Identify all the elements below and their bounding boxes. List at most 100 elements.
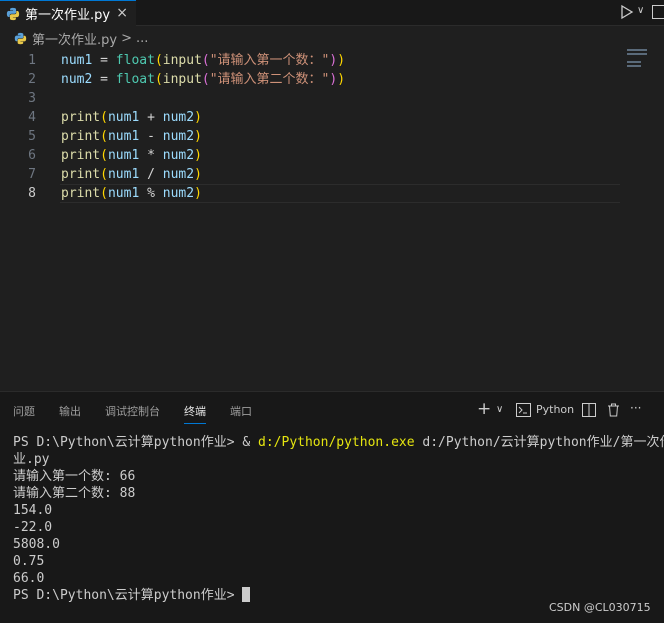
line-number: 1 [28,53,36,68]
code-token: * [139,148,163,163]
code-token: ) [337,72,346,87]
code-token: num2 [61,72,93,87]
run-icon[interactable] [620,4,634,20]
tab-debug-console[interactable]: 调试控制台 [105,403,160,419]
terminal-line: 请输入第一个数: 66 [13,469,136,484]
terminal-line: -22.0 [13,520,53,535]
code-token: float [115,72,155,87]
code-line[interactable]: 3 [0,89,664,108]
code-token: ( [154,53,163,68]
code-token: ) [194,129,202,144]
tab-output[interactable]: 输出 [59,403,81,419]
split-editor-icon[interactable] [652,5,664,19]
breadcrumb-file[interactable]: 第一次作业.py [32,29,117,48]
trash-icon[interactable] [607,403,620,417]
code-token: num2 [162,167,195,182]
code-token: num2 [162,186,195,201]
code-line[interactable]: 2 num2 = float(input("请输入第二个数：")) [0,70,664,89]
breadcrumb-separator: > [121,30,132,46]
code-text: print(num1 + num2) [61,108,202,127]
code-token: ( [201,53,210,68]
code-token: % [139,186,163,201]
tab-terminal[interactable]: 终端 [184,403,206,424]
line-number: 4 [28,110,36,125]
code-token: ) [337,53,346,68]
tab-title: 第一次作业.py [25,8,111,23]
code-token: print [61,186,101,201]
line-number: 3 [28,91,36,106]
terminal-line: 66.0 [13,571,45,586]
code-line[interactable]: 4 print(num1 + num2) [0,108,664,127]
terminal-prompt: PS D:\Python\云计算python作业> & [13,435,259,450]
tab-ports[interactable]: 端口 [230,403,252,419]
code-token: ) [194,148,202,163]
tab-bar: 第一次作业.py × ∨ [0,0,664,26]
code-token: print [61,110,101,125]
code-token: ( [100,148,108,163]
code-token: num1 [107,167,140,182]
code-text: print(num1 * num2) [61,146,202,165]
terminal-profile-label[interactable]: Python [536,403,574,416]
terminal-cursor [242,587,251,602]
code-token: num2 [162,129,195,144]
line-number: 2 [28,72,36,87]
line-number: 8 [28,186,36,201]
code-token: ) [194,167,202,182]
terminal-prompt: PS D:\Python\云计算python作业> [13,588,243,603]
line-number: 7 [28,167,36,182]
code-token: input [162,53,202,68]
code-token: "请输入第一个数：" [209,53,330,68]
code-line[interactable]: 7 print(num1 / num2) [0,165,664,184]
code-text: print(num1 - num2) [61,127,202,146]
python-icon [14,32,27,44]
terminal-command: d:/Python/python.exe [258,435,415,450]
code-token: ( [100,186,108,201]
code-text: print(num1 / num2) [61,165,202,184]
code-line[interactable]: 6 print(num1 * num2) [0,146,664,165]
terminal-line: 154.0 [13,503,53,518]
terminal-panel: 问题 输出 调试控制台 终端 端口 + ∨ Python ··· PS D:\P… [0,391,664,623]
split-terminal-icon[interactable] [582,403,596,417]
code-token: num1 [107,129,140,144]
minimap[interactable] [627,49,649,69]
terminal-args: d:/Python/云计算python作业/第一次作 [414,435,664,450]
editor-tab[interactable]: 第一次作业.py × [0,0,136,26]
code-line[interactable]: 1 num1 = float(input("请输入第一个数：")) [0,51,664,70]
chevron-down-icon[interactable]: ∨ [496,404,503,415]
code-token: num1 [107,186,140,201]
code-token: ( [100,110,108,125]
terminal-output[interactable]: PS D:\Python\云计算python作业> & d:/Python/py… [13,434,664,604]
chevron-down-icon[interactable]: ∨ [637,5,644,16]
code-editor[interactable]: 1 num1 = float(input("请输入第一个数：")) 2 num2 = … [0,49,664,389]
code-token: float [115,53,155,68]
code-token: input [162,72,202,87]
code-token: = [92,72,116,87]
terminal-line: 0.75 [13,554,45,569]
more-actions-icon[interactable]: ··· [630,401,641,415]
line-number: 5 [28,129,36,144]
code-token: num1 [107,148,140,163]
close-icon[interactable]: × [116,5,128,21]
code-token: ( [100,167,108,182]
code-token: print [61,148,101,163]
code-line[interactable]: 5 print(num1 - num2) [0,127,664,146]
terminal-args-wrap: 业.py [13,452,50,467]
add-terminal-icon[interactable]: + [477,399,491,419]
code-token: + [139,110,163,125]
code-token: ( [100,129,108,144]
code-text: print(num1 % num2) [61,184,202,203]
code-token: - [139,129,163,144]
terminal-icon[interactable] [516,403,531,417]
breadcrumb: 第一次作业.py > ... [0,27,664,49]
code-token: ) [194,110,202,125]
code-text: num1 = float(input("请输入第一个数：")) [61,51,345,70]
code-token: num2 [162,148,195,163]
terminal-line: 请输入第二个数: 88 [13,486,136,501]
code-token: num2 [162,110,195,125]
code-line[interactable]: 8 print(num1 % num2) [0,184,664,203]
breadcrumb-more[interactable]: ... [136,31,148,46]
code-token: ( [154,72,163,87]
tab-problems[interactable]: 问题 [13,403,35,419]
watermark: CSDN @CL030715 [549,601,651,614]
code-token: "请输入第二个数：" [209,72,330,87]
